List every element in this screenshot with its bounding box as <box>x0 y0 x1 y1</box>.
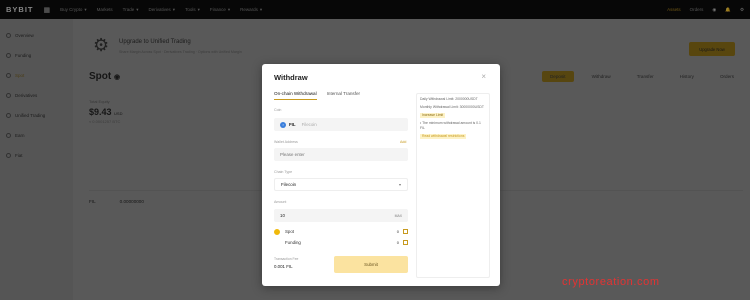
submit-button[interactable]: Submit <box>334 256 408 273</box>
wallet-balance: 0 <box>396 229 399 234</box>
amount-value: 10 <box>280 213 285 218</box>
wallet-option-funding[interactable]: Funding 0 <box>274 237 408 248</box>
amount-input[interactable]: 10 MAX <box>274 209 408 222</box>
max-button[interactable]: MAX <box>395 214 402 218</box>
monthly-limit-text: Monthly Withdrawal Limit: 30000000USDT <box>420 105 484 109</box>
wallet-balance: 0 <box>396 240 399 245</box>
address-label: Wallet Address <box>274 140 298 144</box>
transaction-fee-label: Transaction Fee <box>274 257 299 261</box>
wallet-address-input[interactable] <box>274 148 408 161</box>
chain-type-select[interactable]: Filecoin ▾ <box>274 178 408 191</box>
checkbox-icon[interactable] <box>403 240 408 245</box>
daily-limit-text: Daily Withdrawal Limit: 2000000USDT <box>420 97 478 101</box>
chain-type-value: Filecoin <box>281 182 297 187</box>
coin-label: Coin <box>274 108 282 112</box>
coin-name: Filecoin <box>301 122 317 127</box>
withdrawal-restrictions-link[interactable]: Read withdrawal restrictions <box>420 134 467 139</box>
withdrawal-limits-panel: Daily Withdrawal Limit: 2000000USDT Mont… <box>416 93 490 278</box>
wallet-name: Funding <box>285 240 301 245</box>
filecoin-icon: f <box>280 121 286 128</box>
coin-symbol: FIL <box>289 122 296 127</box>
tab-internal-transfer[interactable]: Internal Transfer <box>327 91 360 100</box>
wallet-name: Spot <box>285 229 295 234</box>
watermark: cryptoreation.com <box>562 276 660 288</box>
increase-limit-link[interactable]: Increase Limit <box>420 113 446 118</box>
transaction-fee-value: 0.001 FIL <box>274 264 293 269</box>
withdraw-type-tabs: On-chain Withdrawal Internal Transfer <box>274 91 360 100</box>
add-address-link[interactable]: Add <box>400 140 406 144</box>
tab-on-chain-withdrawal[interactable]: On-chain Withdrawal <box>274 91 317 100</box>
close-icon[interactable]: × <box>481 72 486 81</box>
withdraw-dialog: Withdraw × On-chain Withdrawal Internal … <box>262 64 500 286</box>
coin-select[interactable]: f FIL Filecoin <box>274 118 408 131</box>
checkbox-icon[interactable] <box>403 229 408 234</box>
minimum-withdrawal-note: • The minimum withdrawal amount is 0.1 F… <box>420 121 481 130</box>
radio-selected-icon <box>274 228 280 235</box>
chevron-down-icon: ▾ <box>398 182 401 187</box>
dialog-title: Withdraw <box>274 73 308 82</box>
amount-label: Amount <box>274 200 287 204</box>
wallet-option-spot[interactable]: Spot 0 <box>274 226 408 237</box>
chain-type-label: Chain Type <box>274 170 293 174</box>
